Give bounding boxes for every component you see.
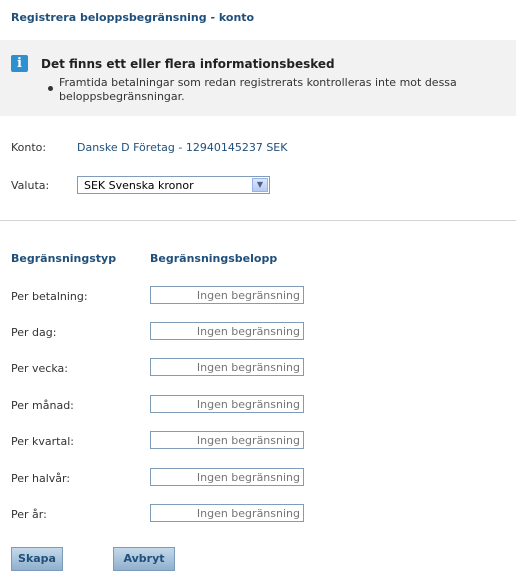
- limit-label-per-week: Per vecka:: [11, 362, 68, 375]
- column-header-type: Begränsningstyp: [11, 252, 117, 265]
- currency-select[interactable]: SEK Svenska kronor ▼: [77, 176, 270, 194]
- create-button[interactable]: Skapa: [11, 547, 63, 571]
- limit-label-per-month: Per månad:: [11, 399, 74, 412]
- limit-input-per-year[interactable]: [150, 504, 304, 522]
- divider: [0, 220, 516, 221]
- column-header-amount: Begränsningsbelopp: [150, 252, 278, 265]
- limit-label-per-year: Per år:: [11, 508, 47, 521]
- info-icon: i: [11, 55, 28, 72]
- limit-label-per-quarter: Per kvartal:: [11, 435, 74, 448]
- info-message: Framtida betalningar som redan registrer…: [59, 76, 457, 103]
- limit-input-per-quarter[interactable]: [150, 431, 304, 449]
- page-title: Registrera beloppsbegränsning - konto: [11, 11, 255, 24]
- limit-input-per-month[interactable]: [150, 395, 304, 413]
- currency-selected-value: SEK Svenska kronor: [84, 179, 194, 192]
- limit-input-per-half-year[interactable]: [150, 468, 304, 486]
- limit-label-per-payment: Per betalning:: [11, 290, 88, 303]
- limit-input-per-day[interactable]: [150, 322, 304, 340]
- cancel-button[interactable]: Avbryt: [113, 547, 175, 571]
- currency-label: Valuta:: [11, 179, 50, 192]
- limit-label-per-half-year: Per halvår:: [11, 472, 71, 485]
- bullet-icon: [48, 86, 53, 91]
- chevron-down-icon[interactable]: ▼: [252, 178, 268, 192]
- limit-label-per-day: Per dag:: [11, 326, 57, 339]
- info-box: i Det finns ett eller flera informations…: [0, 40, 516, 116]
- info-heading: Det finns ett eller flera informationsbe…: [41, 57, 335, 71]
- account-value: Danske D Företag - 12940145237 SEK: [77, 141, 288, 154]
- limit-input-per-week[interactable]: [150, 358, 304, 376]
- limit-input-per-payment[interactable]: [150, 286, 304, 304]
- account-label: Konto:: [11, 141, 47, 154]
